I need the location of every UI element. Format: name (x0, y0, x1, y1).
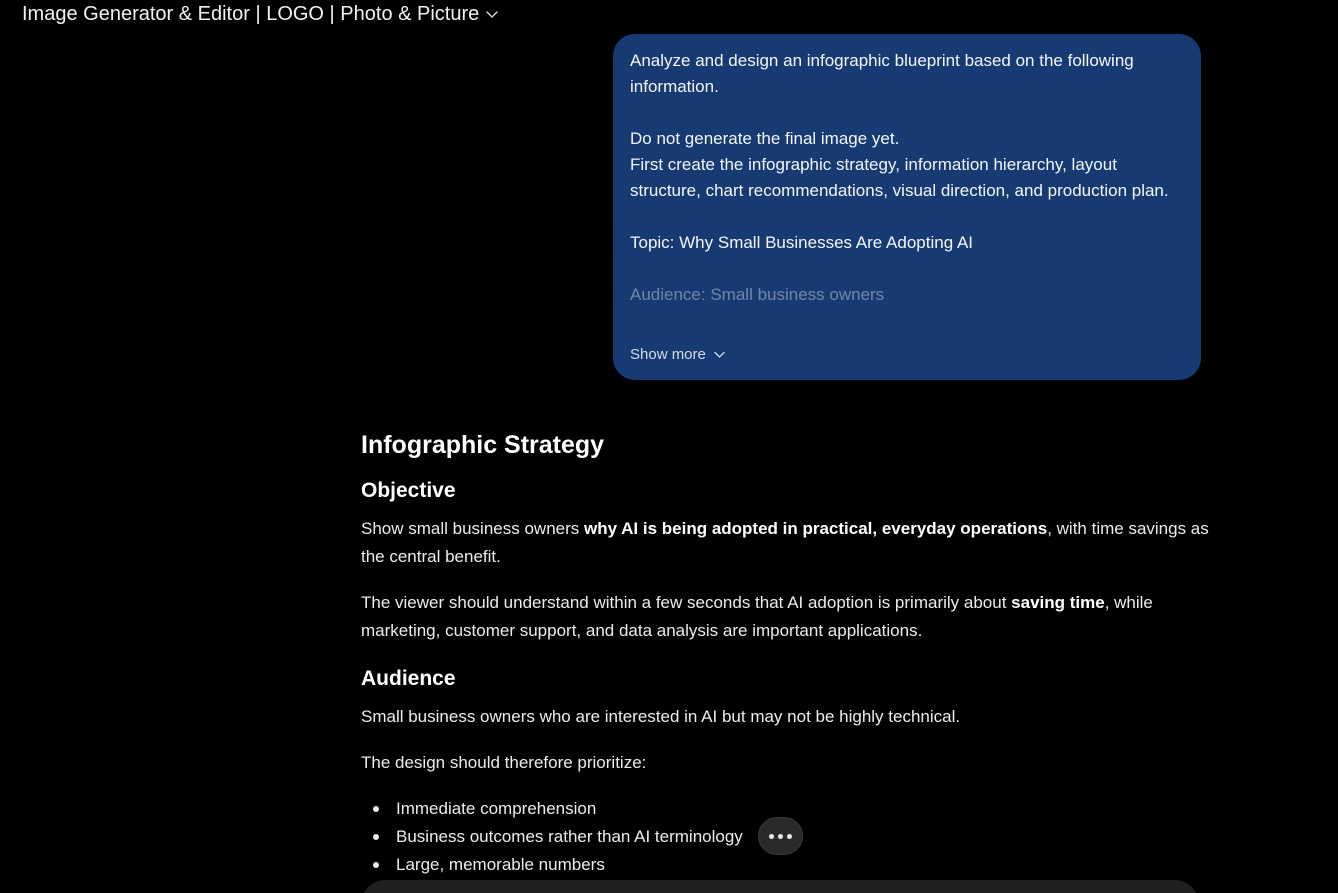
list-item: Business outcomes rather than AI termino… (373, 823, 1211, 851)
ellipsis-icon[interactable] (758, 817, 803, 855)
section-heading-objective: Objective (361, 479, 456, 502)
chevron-down-icon (713, 348, 726, 361)
ellipsis-dot (778, 833, 783, 839)
objective-paragraph-2: The viewer should understand within a fe… (361, 589, 1211, 645)
list-item: Large, memorable numbers (373, 851, 1211, 879)
list-item: Immediate comprehension (373, 795, 1211, 823)
audience-paragraph-1: Small business owners who are interested… (361, 707, 961, 726)
message-composer[interactable] (360, 880, 1200, 893)
objective-bold-text: why AI is being adopted in practical, ev… (583, 519, 1048, 538)
user-message-line: Do not generate the final image yet. (630, 129, 900, 148)
user-message-faded-line: Audience: Small business owners (630, 285, 885, 304)
chat-page: Image Generator & Editor | LOGO | Photo … (0, 0, 1338, 893)
model-title: Image Generator & Editor | LOGO | Photo … (22, 2, 480, 25)
objective-text: Show small business owners (361, 519, 584, 538)
model-selector[interactable]: Image Generator & Editor | LOGO | Photo … (22, 0, 499, 28)
objective-bold-text: saving time (1011, 593, 1105, 612)
section-heading-audience: Audience (361, 667, 456, 690)
ellipsis-dot (787, 833, 792, 839)
response-title: Infographic Strategy (361, 431, 605, 459)
objective-text: The viewer should understand within a fe… (361, 593, 1012, 612)
user-message-line: Topic: Why Small Businesses Are Adopting… (630, 233, 974, 252)
audience-paragraph-2: The design should therefore prioritize: (361, 753, 647, 772)
show-more-label: Show more (630, 346, 706, 363)
user-message-line: First create the infographic strategy, i… (630, 155, 1169, 200)
chevron-down-icon (485, 7, 499, 21)
user-message-bubble: Analyze and design an infographic bluepr… (613, 34, 1201, 380)
show-more-button[interactable]: Show more (630, 346, 726, 363)
user-message-line: Analyze and design an infographic bluepr… (630, 51, 1134, 96)
objective-paragraph-1: Show small business owners why AI is bei… (361, 515, 1211, 571)
assistant-response: Infographic Strategy Objective Show smal… (361, 428, 1211, 879)
ellipsis-dot (769, 833, 774, 839)
